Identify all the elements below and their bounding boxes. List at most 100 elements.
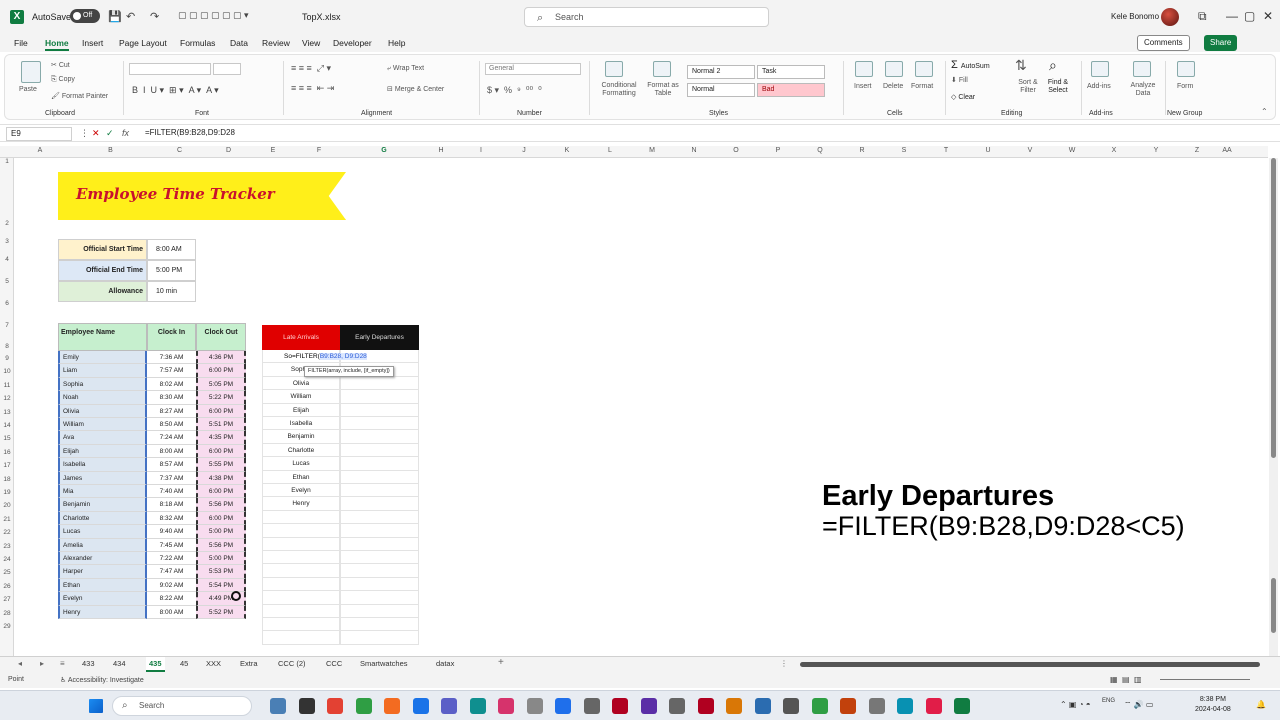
paste-icon[interactable] [21,61,41,83]
clock-out-cell[interactable]: 6:00 PM [196,364,246,378]
employee-name-cell[interactable]: Emily [58,351,147,365]
comments-button[interactable]: Comments [1137,35,1190,51]
clock-out-cell[interactable]: 6:00 PM [196,404,246,418]
row-header[interactable]: 23 [0,543,14,550]
clear-button[interactable]: ◇ Clear [951,93,975,101]
clock-in-cell[interactable]: 8:27 AM [147,404,196,418]
row-header[interactable]: 5 [0,278,14,285]
tab-file[interactable]: File [14,38,28,48]
style-normal[interactable]: Normal [687,83,755,97]
clock-in-cell[interactable]: 8:30 AM [147,391,196,405]
late-arrival-cell[interactable]: Isabella [262,417,340,431]
align-horizontal-icons[interactable]: ≡ ≡ ≡ ⇤ ⇥ [291,83,334,94]
clock[interactable]: 8:38 PM 2024-04-08 [1195,695,1231,715]
early-departure-cell[interactable] [340,564,419,578]
tab-view[interactable]: View [302,38,320,48]
early-departure-cell[interactable] [340,631,419,645]
view-buttons[interactable]: ▦ ▤ ▥ [1110,675,1142,684]
autosave-toggle[interactable]: Off [70,9,100,23]
employee-name-cell[interactable]: Isabella [58,458,147,472]
more-quick-access-icon[interactable]: ▢ ▢ ▢ ▢ ▢ ▢ ▾ [178,10,249,21]
app-icon[interactable] [868,698,885,714]
row-header[interactable]: 21 [0,516,14,523]
row-header[interactable]: 7 [0,322,14,329]
early-departure-cell[interactable] [340,577,419,592]
late-arrival-cell[interactable]: Sophia [262,363,340,377]
early-departure-cell[interactable] [340,524,419,538]
format-cells-icon[interactable] [915,61,933,77]
early-departure-cell[interactable] [340,390,419,404]
taskbar-search[interactable]: ⌕ Search [112,696,252,716]
row-header[interactable]: 6 [0,300,14,307]
cut-button[interactable]: ✂ Cut [51,61,70,69]
employee-name-cell[interactable]: Alexander [58,552,147,566]
column-header[interactable]: B [66,147,155,154]
column-header[interactable]: A [14,147,66,154]
style-normal-2[interactable]: Normal 2 [687,65,755,79]
clock-in-cell[interactable]: 8:57 AM [147,458,196,472]
clock-in-cell[interactable]: 8:22 AM [147,592,196,606]
column-header[interactable]: G [345,147,423,154]
app-icon[interactable] [498,698,514,714]
user-name[interactable]: Kele Bonomo [1111,12,1159,21]
column-header[interactable]: I [459,147,503,154]
clock-out-cell[interactable]: 5:53 PM [196,565,246,579]
column-header[interactable]: Q [799,147,841,154]
tab-page-layout[interactable]: Page Layout [119,38,167,48]
tab-formulas[interactable]: Formulas [180,38,215,48]
early-departure-cell[interactable] [340,618,419,632]
network-volume-icons[interactable]: ⌔ 🔊 ▭ [1124,700,1154,710]
conditional-formatting-icon[interactable] [605,61,623,77]
late-arrival-cell[interactable]: Evelyn [262,484,340,498]
clock-in-cell[interactable]: 8:02 AM [147,377,196,392]
late-arrival-cell[interactable] [262,591,340,605]
style-bad[interactable]: Bad [757,83,825,97]
column-header[interactable]: H [423,147,459,154]
font-style-buttons[interactable]: B I U ▾ ⊞ ▾ A ▾ A ▾ [132,85,219,96]
row-header[interactable]: 18 [0,476,14,483]
late-arrival-cell[interactable]: Ethan [262,470,340,484]
early-departure-cell[interactable] [340,484,419,498]
row-header[interactable]: 13 [0,409,14,416]
system-tray-icons[interactable]: ⌃ ▣ ◔ ◓ [1060,700,1091,709]
clock-in-cell[interactable]: 7:37 AM [147,471,196,485]
tab-insert[interactable]: Insert [82,38,103,48]
zoom-slider[interactable] [1160,679,1250,680]
setting-value[interactable]: 5:00 PM [147,260,196,281]
row-header[interactable]: 27 [0,596,14,603]
sheet-tab[interactable]: CCC [326,659,342,668]
row-header[interactable]: 22 [0,529,14,536]
app-icon[interactable] [726,698,742,714]
vscode-icon[interactable] [555,698,571,714]
clock-in-cell[interactable]: 7:22 AM [147,552,196,566]
collapse-ribbon-icon[interactable]: ⌃ [1261,107,1268,116]
insert-cells-icon[interactable] [855,61,873,77]
late-arrival-cell[interactable]: Olivia [262,376,340,391]
analyze-data-label[interactable]: Analyze Data [1127,82,1159,98]
row-header[interactable]: 12 [0,395,14,402]
redo-icon[interactable]: ↷ [150,10,159,23]
column-header[interactable]: T [925,147,967,154]
late-arrival-cell[interactable]: Lucas [262,457,340,471]
sheet-tab[interactable]: Smartwatches [360,659,408,668]
row-header[interactable]: 3 [0,238,14,245]
app-icon[interactable] [783,698,799,714]
clock-out-cell[interactable]: 5:56 PM [196,538,246,552]
tab-developer[interactable]: Developer [333,38,372,48]
sheet-tab[interactable]: CCC (2) [278,659,306,668]
close-icon[interactable]: ✕ [1263,9,1273,23]
clock-out-cell[interactable]: 5:54 PM [196,578,246,593]
sheet-tab[interactable]: datax [436,659,454,668]
clock-out-cell[interactable]: 5:00 PM [196,552,246,566]
employee-name-cell[interactable]: Elijah [58,444,147,459]
late-arrival-cell[interactable] [262,631,340,645]
late-arrival-cell[interactable] [262,551,340,565]
row-header[interactable]: 24 [0,556,14,563]
early-departure-cell[interactable] [340,443,419,458]
late-arrival-cell[interactable] [262,618,340,632]
clock-in-cell[interactable]: 8:32 AM [147,511,196,526]
late-arrival-cell[interactable] [262,510,340,525]
row-header[interactable]: 17 [0,462,14,469]
row-header[interactable]: 9 [0,355,14,362]
chrome-icon[interactable] [355,698,372,714]
